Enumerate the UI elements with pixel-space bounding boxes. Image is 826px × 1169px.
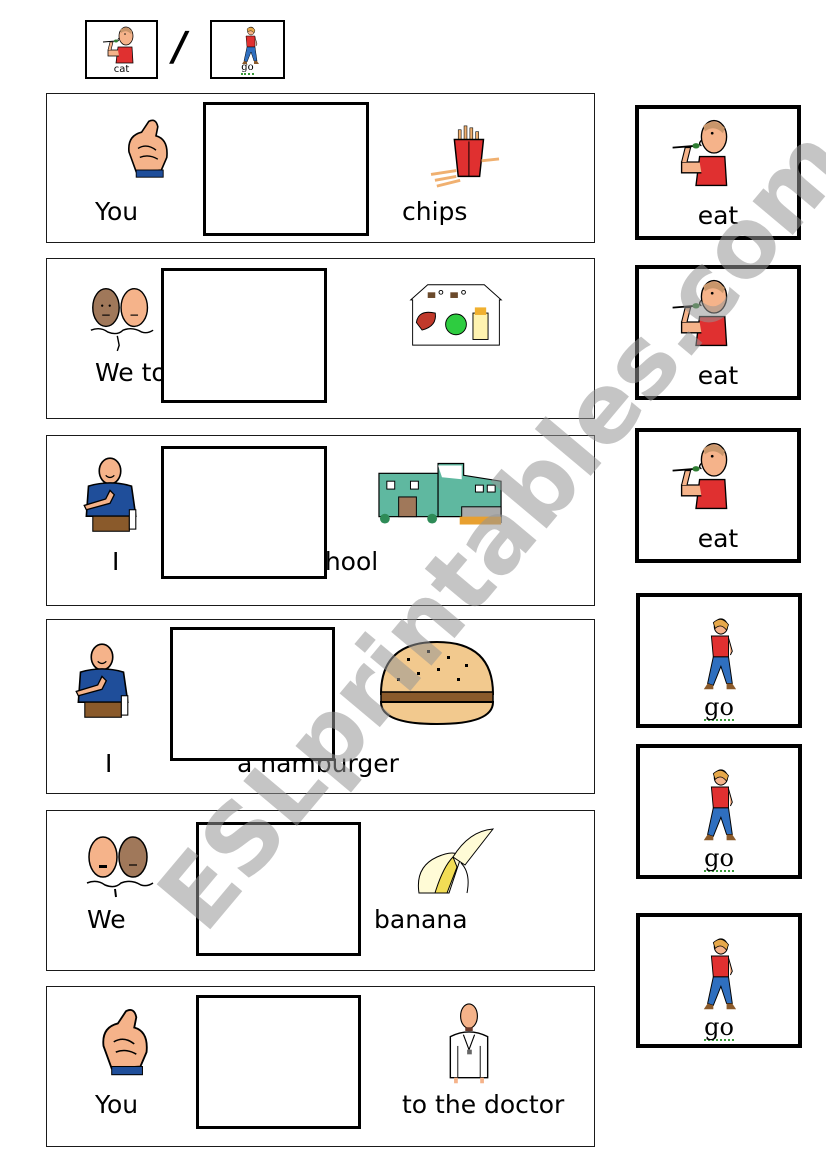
answer-card-go[interactable]: go (636, 744, 802, 879)
subject-text: I (112, 547, 120, 576)
subject-text: We (87, 905, 126, 934)
walking-person-icon (700, 617, 738, 693)
answer-card-eat[interactable]: eat (635, 265, 801, 400)
header-go-card: go (210, 20, 285, 79)
person-me-icon (77, 456, 143, 542)
doctor-icon (439, 1003, 499, 1087)
header-eat-label: cat (113, 64, 130, 75)
answer-card-eat[interactable]: eat (635, 428, 801, 563)
object-text: to the doctor (402, 1090, 565, 1119)
answer-drop-box-6[interactable] (196, 995, 361, 1129)
hamburger-icon (377, 638, 497, 728)
two-people-we-icon (85, 827, 155, 907)
card-label: eat (697, 201, 739, 230)
answer-drop-box-1[interactable] (203, 102, 369, 236)
market-shop-icon (407, 281, 505, 347)
card-label: eat (697, 361, 739, 390)
two-people-we-icon (89, 279, 155, 355)
answer-card-go[interactable]: go (636, 913, 802, 1048)
walking-person-icon (700, 768, 738, 844)
person-me-icon (69, 642, 135, 728)
school-building-icon (377, 456, 505, 532)
answer-card-go[interactable]: go (636, 593, 802, 728)
subject-text: You (95, 1090, 139, 1119)
card-label: go (704, 844, 734, 872)
header-eat-card: cat (85, 20, 158, 79)
subject-text: You (95, 197, 139, 226)
card-label: go (704, 1013, 734, 1041)
answer-drop-box-2[interactable] (161, 268, 327, 403)
eating-person-icon (101, 25, 141, 65)
eating-person-icon (669, 440, 741, 512)
banana-icon (409, 827, 499, 897)
french-fries-icon (425, 122, 507, 190)
object-text: banana (374, 905, 468, 934)
answer-card-eat[interactable]: eat (635, 105, 801, 240)
card-label: eat (697, 524, 739, 553)
walking-person-icon (700, 937, 738, 1013)
separator-slash: / (167, 24, 191, 70)
answer-drop-box-4[interactable] (170, 627, 335, 761)
card-label: go (704, 693, 734, 721)
subject-text: I (105, 749, 113, 778)
answer-drop-box-5[interactable] (196, 822, 361, 956)
object-text: chips (402, 197, 468, 226)
pointing-you-icon (91, 1005, 157, 1087)
eating-person-icon (669, 117, 741, 189)
header-go-label: go (241, 62, 254, 75)
answer-drop-box-3[interactable] (161, 446, 327, 579)
eating-person-icon (669, 277, 741, 349)
pointing-you-icon (117, 116, 177, 188)
walking-person-icon (240, 26, 260, 66)
